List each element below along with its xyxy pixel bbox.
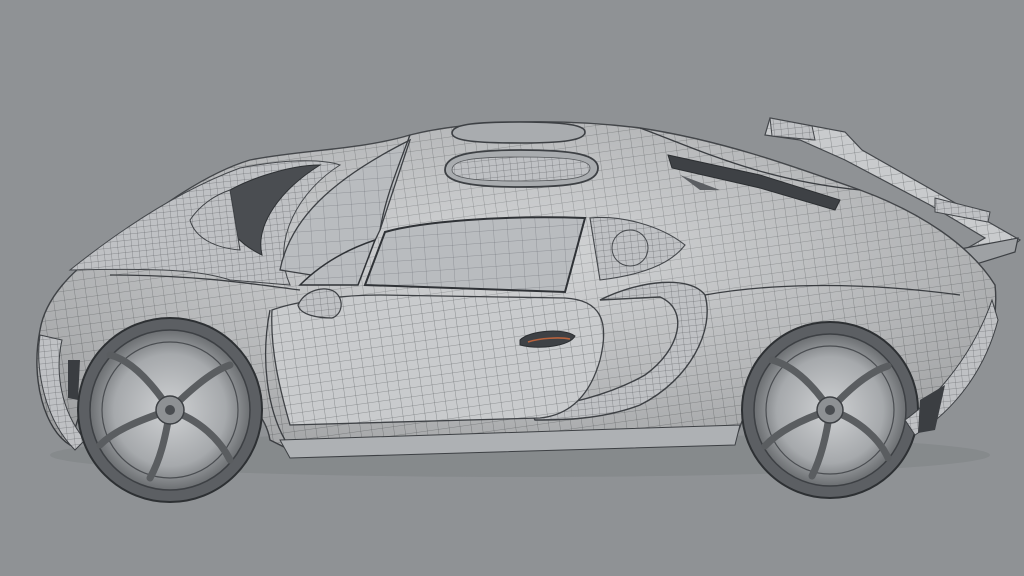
roof-scoops (444, 121, 599, 188)
front-wheel (77, 317, 263, 503)
side-window (363, 216, 587, 294)
render-viewport (0, 0, 1024, 576)
car-render (36, 117, 1022, 503)
rear-wheel (741, 321, 919, 499)
